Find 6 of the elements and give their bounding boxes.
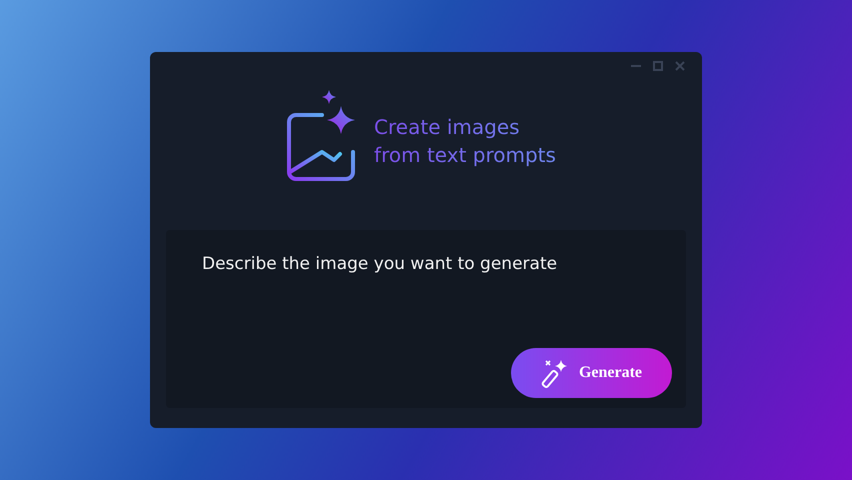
image-sparkle-icon [286, 90, 356, 182]
magic-wand-icon [540, 358, 569, 388]
prompt-field[interactable]: Describe the image you want to generate [202, 254, 642, 274]
generate-button[interactable]: Generate [511, 348, 672, 398]
maximize-icon[interactable] [652, 60, 664, 72]
close-icon[interactable] [674, 60, 686, 72]
